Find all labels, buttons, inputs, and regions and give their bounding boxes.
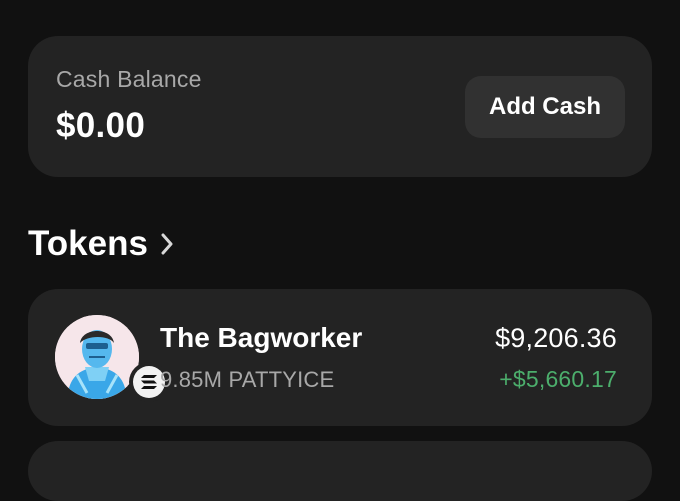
token-row-partial[interactable] — [28, 441, 652, 501]
cash-balance-value: $0.00 — [56, 106, 146, 145]
cash-balance-label: Cash Balance — [56, 66, 202, 92]
token-name: The Bagworker — [160, 322, 363, 353]
token-row[interactable]: The Bagworker 9.85M PATTYICE $9,206.36 +… — [28, 289, 652, 426]
tokens-section-header[interactable]: Tokens — [28, 222, 180, 266]
tokens-section-title: Tokens — [28, 224, 148, 263]
chevron-right-icon — [160, 232, 180, 256]
token-avatar — [55, 315, 139, 399]
token-amount: 9.85M PATTYICE — [160, 367, 335, 392]
token-value: $9,206.36 — [495, 323, 617, 353]
token-change: +$5,660.17 — [499, 366, 617, 392]
cash-balance-card: Cash Balance $0.00 Add Cash — [28, 36, 652, 177]
add-cash-button[interactable]: Add Cash — [465, 76, 625, 138]
